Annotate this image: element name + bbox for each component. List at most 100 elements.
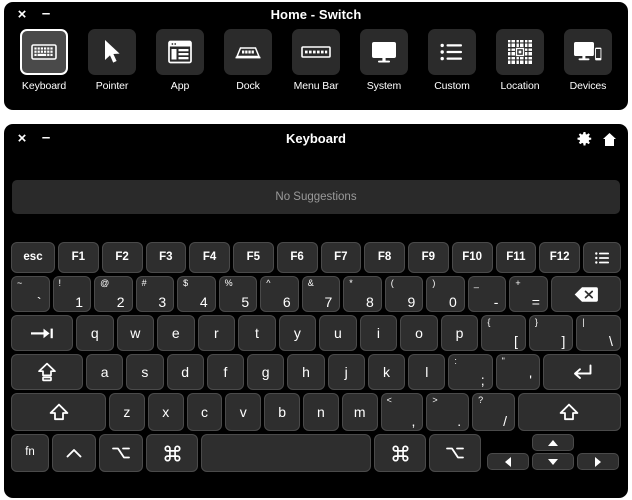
key-k[interactable]: k (367, 354, 406, 390)
key-f1[interactable]: F1 (58, 242, 99, 273)
key-equals[interactable]: + = (509, 276, 548, 312)
key-9[interactable]: (9 (384, 276, 424, 312)
key-t[interactable]: t (238, 315, 276, 351)
key-o[interactable]: o (400, 315, 438, 351)
key-period[interactable]: >. (426, 393, 470, 431)
key-f12[interactable]: F12 (539, 242, 580, 273)
key-comma[interactable]: <, (380, 393, 424, 431)
key-minus[interactable]: _ - (467, 276, 507, 312)
key-j[interactable]: j (327, 354, 365, 390)
key-arrow-up[interactable] (532, 434, 574, 451)
switch-tile-dock[interactable]: Dock (217, 29, 279, 92)
key-i[interactable]: i (359, 315, 398, 351)
key-p[interactable]: p (440, 315, 479, 351)
switch-tile-label: App (170, 80, 190, 92)
key-f6[interactable]: F6 (276, 242, 318, 273)
key-8[interactable]: * 8 (343, 276, 382, 312)
key-a[interactable]: a (86, 354, 124, 390)
key-7[interactable]: & 7 (301, 276, 341, 312)
key-option-left[interactable] (99, 434, 143, 472)
key-f7[interactable]: F7 (320, 242, 362, 273)
key-2[interactable]: @2 (94, 276, 133, 312)
triangle-right-icon (595, 456, 601, 467)
key-w[interactable]: w (116, 315, 155, 351)
key-bracket-right[interactable]: }] (528, 315, 574, 351)
key-tab[interactable] (11, 315, 73, 351)
key-slash[interactable]: ? / (472, 393, 515, 431)
key-menu[interactable] (583, 242, 621, 273)
key-4[interactable]: $4 (177, 276, 216, 312)
key-shift-right[interactable] (517, 393, 621, 431)
key-command-right[interactable] (374, 434, 426, 472)
tab-arrow-icon (30, 327, 54, 340)
key-quote[interactable]: " ' (495, 354, 540, 390)
key-return[interactable] (542, 354, 621, 390)
key-0[interactable]: ) 0 (426, 276, 465, 312)
key-y[interactable]: y (278, 315, 317, 351)
key-f9[interactable]: F9 (408, 242, 449, 273)
key-3[interactable]: #3 (135, 276, 175, 312)
key-delete[interactable] (550, 276, 621, 312)
key-shift-left[interactable] (11, 393, 106, 431)
keyboard-window-title: Keyboard (286, 131, 346, 146)
key-m[interactable]: m (341, 393, 378, 431)
key-f10[interactable]: F10 (451, 242, 493, 273)
key-backslash[interactable]: | \ (576, 315, 621, 351)
switch-tile-app[interactable]: App (149, 29, 211, 92)
key-arrow-right[interactable] (577, 453, 619, 470)
home-icon[interactable] (602, 132, 617, 147)
key-v[interactable]: v (225, 393, 262, 431)
switch-tile-label: Dock (236, 80, 260, 92)
triangle-left-icon (505, 456, 511, 467)
key-1[interactable]: ! 1 (52, 276, 92, 312)
switch-tile-system[interactable]: System (353, 29, 415, 92)
key-e[interactable]: e (157, 315, 195, 351)
switch-tile-custom[interactable]: Custom (421, 29, 483, 92)
key-6[interactable]: ^ 6 (260, 276, 299, 312)
key-f5[interactable]: F5 (233, 242, 274, 273)
key-x[interactable]: x (147, 393, 184, 431)
keyboard-qwerty-row: q w e r t y u i o p {[ }] | \ (4, 315, 628, 351)
key-bracket-left[interactable]: {[ (481, 315, 526, 351)
suggestions-text: No Suggestions (275, 191, 357, 203)
switch-tile-location[interactable]: Location (489, 29, 551, 92)
key-esc[interactable]: esc (11, 242, 55, 273)
key-f2[interactable]: F2 (101, 242, 143, 273)
key-s[interactable]: s (126, 354, 164, 390)
key-h[interactable]: h (287, 354, 325, 390)
key-l[interactable]: l (408, 354, 446, 390)
key-command-left[interactable] (146, 434, 198, 472)
key-arrow-down[interactable] (532, 453, 574, 470)
devices-icon (564, 29, 612, 75)
switch-tile-pointer[interactable]: Pointer (81, 29, 143, 92)
key-backtick[interactable]: ~ ` (11, 276, 50, 312)
key-n[interactable]: n (302, 393, 339, 431)
key-b[interactable]: b (264, 393, 300, 431)
switch-tile-devices[interactable]: Devices (557, 29, 619, 92)
key-z[interactable]: z (109, 393, 145, 431)
key-5[interactable]: % 5 (218, 276, 258, 312)
key-semicolon[interactable]: :; (448, 354, 493, 390)
switch-tile-keyboard[interactable]: Keyboard (13, 29, 75, 92)
key-c[interactable]: c (186, 393, 223, 431)
key-caps-lock[interactable] (11, 354, 83, 390)
switch-tile-menu-bar[interactable]: Menu Bar (285, 29, 347, 92)
key-f[interactable]: f (206, 354, 245, 390)
key-r[interactable]: r (197, 315, 236, 351)
suggestions-bar[interactable]: No Suggestions (12, 180, 620, 214)
key-fn[interactable]: fn (11, 434, 49, 472)
switch-tile-label: Location (500, 80, 540, 92)
gear-icon[interactable] (577, 132, 592, 147)
key-d[interactable]: d (166, 354, 204, 390)
key-q[interactable]: q (76, 315, 114, 351)
key-arrow-left[interactable] (487, 453, 529, 470)
key-option-right[interactable] (429, 434, 481, 472)
key-f4[interactable]: F4 (189, 242, 230, 273)
key-control-left[interactable] (52, 434, 96, 472)
key-u[interactable]: u (319, 315, 357, 351)
key-f3[interactable]: F3 (145, 242, 187, 273)
key-g[interactable]: g (247, 354, 285, 390)
key-f11[interactable]: F11 (495, 242, 537, 273)
key-space[interactable] (201, 434, 371, 472)
key-f8[interactable]: F8 (364, 242, 405, 273)
